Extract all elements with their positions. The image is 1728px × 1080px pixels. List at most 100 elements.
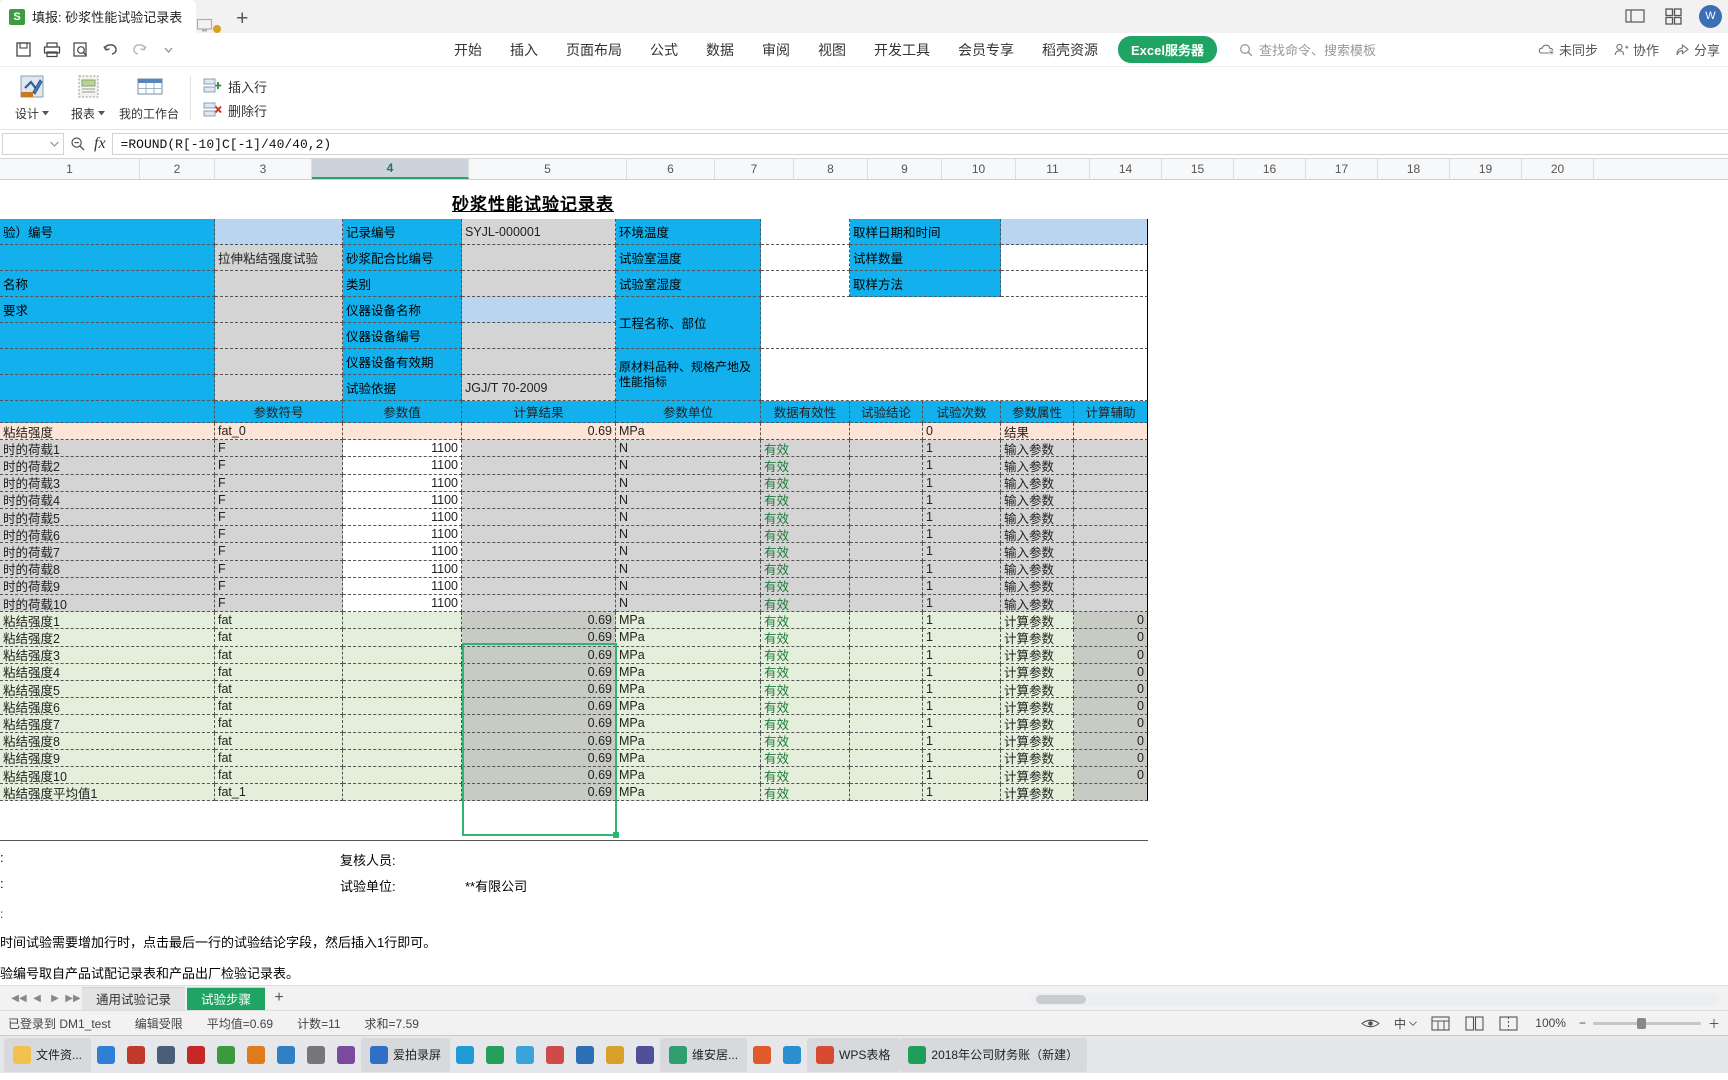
tab-会员专享[interactable]: 会员专享 <box>944 36 1028 64</box>
column-header-3[interactable]: 3 <box>215 159 312 179</box>
cell-r14-attr[interactable]: 计算参数 <box>1001 646 1074 664</box>
avatar[interactable]: W <box>1699 4 1722 28</box>
report-button[interactable]: 报表 <box>60 69 116 127</box>
table-header-conclusion[interactable]: 试验结论 <box>850 401 923 423</box>
column-header-10[interactable]: 10 <box>942 159 1016 179</box>
cell-r18-aux[interactable]: 0 <box>1074 715 1148 733</box>
delete-row-button[interactable]: 删除行 <box>203 101 267 120</box>
cell-r11-aux[interactable] <box>1074 595 1148 613</box>
cell-r10-aux[interactable] <box>1074 577 1148 595</box>
cell-r10-validity[interactable]: 有效 <box>761 577 850 595</box>
column-header-17[interactable]: 17 <box>1306 159 1378 179</box>
restore-window-icon[interactable] <box>1623 4 1647 28</box>
cell-r19-unit[interactable]: MPa <box>616 732 761 750</box>
cell-r7-count[interactable]: 1 <box>923 526 1001 544</box>
taskbar-item-2[interactable] <box>121 1038 151 1072</box>
cell-r20-validity[interactable]: 有效 <box>761 749 850 767</box>
tab-审阅[interactable]: 审阅 <box>748 36 804 64</box>
cell-r21-result[interactable]: 0.69 <box>462 767 616 785</box>
cell-r18-conclusion[interactable] <box>850 715 923 733</box>
cell-r11-count[interactable]: 1 <box>923 595 1001 613</box>
cell-r17-symbol[interactable]: fat <box>215 698 343 716</box>
cell-r21-conclusion[interactable] <box>850 767 923 785</box>
cell-r9-validity[interactable]: 有效 <box>761 560 850 578</box>
cell-r18-result[interactable]: 0.69 <box>462 715 616 733</box>
cell-r19-conclusion[interactable] <box>850 732 923 750</box>
cell-r12-aux[interactable]: 0 <box>1074 612 1148 630</box>
command-search[interactable]: 查找命令、搜索模板 <box>1239 40 1376 59</box>
cell-r9-value[interactable]: 1100 <box>343 560 462 578</box>
cell-h6-c3[interactable]: 仪器设备有效期 <box>343 349 462 375</box>
cell-r2-result[interactable] <box>462 440 616 458</box>
cell-r18-validity[interactable]: 有效 <box>761 715 850 733</box>
cell-r19-attr[interactable]: 计算参数 <box>1001 732 1074 750</box>
cell-r17-conclusion[interactable] <box>850 698 923 716</box>
cell-h2-c8[interactable] <box>1001 245 1148 271</box>
cell-r16-value[interactable] <box>343 681 462 699</box>
cell-r7-validity[interactable]: 有效 <box>761 526 850 544</box>
cell-h4-c4[interactable] <box>462 297 616 323</box>
cell-h1-c8[interactable] <box>1001 219 1148 245</box>
cell-r2-symbol[interactable]: F <box>215 440 343 458</box>
cell-h1-c3[interactable]: 记录编号 <box>343 219 462 245</box>
cell-r1-name[interactable]: 粘结强度 <box>0 423 215 441</box>
cell-h3-c6[interactable] <box>761 271 850 297</box>
tab-数据[interactable]: 数据 <box>692 36 748 64</box>
cell-r13-validity[interactable]: 有效 <box>761 629 850 647</box>
cell-h1-c5[interactable]: 环境温度 <box>616 219 761 245</box>
cell-r11-unit[interactable]: N <box>616 595 761 613</box>
cell-r17-count[interactable]: 1 <box>923 698 1001 716</box>
cell-r12-validity[interactable]: 有效 <box>761 612 850 630</box>
cell-r20-unit[interactable]: MPa <box>616 749 761 767</box>
cell-r19-aux[interactable]: 0 <box>1074 732 1148 750</box>
cell-r21-aux[interactable]: 0 <box>1074 767 1148 785</box>
cell-r16-aux[interactable]: 0 <box>1074 681 1148 699</box>
zoom-out-button[interactable]: − <box>1579 1016 1586 1030</box>
reading-mode-icon[interactable] <box>1360 1014 1381 1032</box>
cell-r21-name[interactable]: 粘结强度10 <box>0 767 215 785</box>
first-sheet-icon[interactable]: ◀◀ <box>10 988 28 1008</box>
cell-r16-result[interactable]: 0.69 <box>462 681 616 699</box>
cell-r15-count[interactable]: 1 <box>923 663 1001 681</box>
cell-r20-aux[interactable]: 0 <box>1074 749 1148 767</box>
table-header-value[interactable]: 参数值 <box>343 401 462 423</box>
cell-h6-c5[interactable]: 原材料品种、规格产地及性能指标 <box>616 349 761 401</box>
cell-r3-symbol[interactable]: F <box>215 457 343 475</box>
cell-r19-validity[interactable]: 有效 <box>761 732 850 750</box>
taskbar-item-7[interactable] <box>271 1038 301 1072</box>
taskbar-item-11[interactable] <box>450 1038 480 1072</box>
cell-h2-c6[interactable] <box>761 245 850 271</box>
taskbar-item-21[interactable]: WPS表格 <box>807 1037 900 1072</box>
cell-r15-attr[interactable]: 计算参数 <box>1001 663 1074 681</box>
taskbar-item-18[interactable]: 维安居... <box>660 1037 748 1072</box>
cell-r10-conclusion[interactable] <box>850 577 923 595</box>
cell-r6-unit[interactable]: N <box>616 509 761 527</box>
cell-r7-result[interactable] <box>462 526 616 544</box>
table-header-blank[interactable] <box>0 401 215 423</box>
document-tab[interactable]: S 填报: 砂浆性能试验记录表 <box>0 0 197 33</box>
cell-r15-unit[interactable]: MPa <box>616 663 761 681</box>
cell-r3-count[interactable]: 1 <box>923 457 1001 475</box>
cell-r16-unit[interactable]: MPa <box>616 681 761 699</box>
cell-r15-value[interactable] <box>343 663 462 681</box>
taskbar-item-5[interactable] <box>211 1038 241 1072</box>
cell-r15-aux[interactable]: 0 <box>1074 663 1148 681</box>
zoom-slider[interactable]: − ＋ <box>1579 1015 1720 1032</box>
cell-r10-unit[interactable]: N <box>616 577 761 595</box>
cell-h3-c1[interactable]: 名称 <box>0 271 215 297</box>
cell-r1-value[interactable] <box>343 423 462 441</box>
cell-r11-attr[interactable]: 输入参数 <box>1001 595 1074 613</box>
design-button[interactable]: 设计 <box>4 69 60 127</box>
table-header-symbol[interactable]: 参数符号 <box>215 401 343 423</box>
taskbar-item-4[interactable] <box>181 1038 211 1072</box>
cell-r2-validity[interactable]: 有效 <box>761 440 850 458</box>
cell-r6-result[interactable] <box>462 509 616 527</box>
cell-r22-conclusion[interactable] <box>850 784 923 802</box>
cell-r17-aux[interactable]: 0 <box>1074 698 1148 716</box>
cell-r15-result[interactable]: 0.69 <box>462 663 616 681</box>
collaborate-button[interactable]: 协作 <box>1614 40 1659 59</box>
cell-r13-conclusion[interactable] <box>850 629 923 647</box>
cell-r16-attr[interactable]: 计算参数 <box>1001 681 1074 699</box>
table-header-count[interactable]: 试验次数 <box>923 401 1001 423</box>
cell-r4-unit[interactable]: N <box>616 474 761 492</box>
